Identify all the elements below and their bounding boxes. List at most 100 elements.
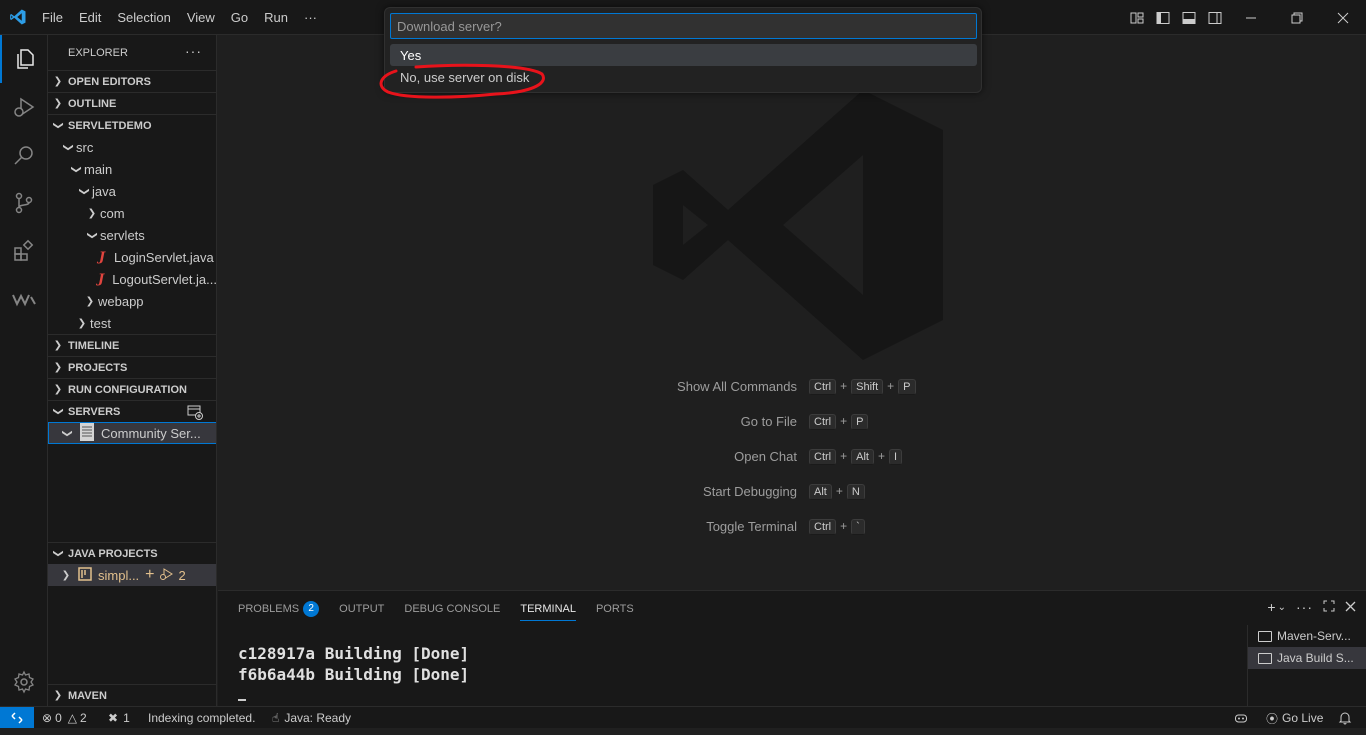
chevron-right-icon: ❯ (61, 569, 71, 581)
toggle-panel-icon[interactable] (1176, 0, 1202, 35)
toggle-secondary-sidebar-icon[interactable] (1202, 0, 1228, 35)
tree-item-test[interactable]: ❯ test (48, 312, 216, 334)
add-server-icon[interactable] (187, 404, 203, 423)
tree-item-label: java (92, 183, 116, 199)
extensions-activity-icon[interactable] (0, 227, 48, 275)
section-java-projects[interactable]: ❯ JAVA PROJECTS (48, 542, 216, 564)
tree-item-src[interactable]: ❯ src (48, 136, 216, 158)
minimize-icon[interactable] (1228, 0, 1274, 35)
section-maven[interactable]: ❯ MAVEN (48, 684, 216, 706)
shortcut-label: Toggle Terminal (706, 518, 797, 534)
ports-status[interactable]: ✖ 1 (108, 707, 130, 729)
warning-count: 2 (79, 711, 87, 725)
explorer-more-actions[interactable]: ··· (185, 43, 202, 59)
shortcut-start-debugging: Start Debugging Alt + N (218, 481, 918, 501)
java-file-icon: J (98, 249, 106, 265)
explorer-activity-icon[interactable] (0, 35, 48, 83)
menu-go[interactable]: Go (223, 10, 256, 25)
section-timeline[interactable]: ❯ TIMELINE (48, 334, 216, 356)
tree-item-label: main (84, 161, 113, 177)
section-servers[interactable]: ❯ SERVERS (48, 400, 216, 423)
problems-status[interactable]: ⊗ 0 △ 2 (42, 707, 87, 729)
section-projects[interactable]: ❯ PROJECTS (48, 356, 216, 378)
java-status[interactable]: ☝ Java: Ready (272, 707, 351, 729)
key: P (851, 413, 869, 430)
wiki-extension-activity-icon[interactable] (0, 275, 48, 323)
run-debug-icon[interactable] (159, 567, 173, 584)
section-run-configuration[interactable]: ❯ RUN CONFIGURATION (48, 378, 216, 400)
tree-item-webapp[interactable]: ❯ webapp (48, 290, 216, 312)
menu-edit[interactable]: Edit (71, 10, 109, 25)
java-project-label: simpl... (98, 567, 140, 583)
shortcut-show-all-commands: Show All Commands Ctrl + Shift + P (218, 376, 918, 396)
manage-gear-icon[interactable] (0, 658, 48, 706)
new-terminal-icon[interactable]: + (1267, 599, 1275, 615)
menu-more[interactable]: ··· (296, 10, 325, 25)
shortcut-keys: Ctrl + Alt + I (808, 448, 903, 465)
panel-actions: + ⌄ ··· (1257, 599, 1356, 615)
remote-indicator-icon[interactable] (0, 707, 34, 729)
server-label: Community Ser... (101, 425, 201, 441)
section-outline[interactable]: ❯ OUTLINE (48, 92, 216, 114)
tab-terminal[interactable]: TERMINAL (520, 591, 576, 626)
terminal-line: f6b6a44b Building [Done] (238, 665, 470, 684)
tree-item-logout-servlet[interactable]: J LogoutServlet.ja... (48, 268, 216, 290)
key: Ctrl (809, 518, 837, 535)
tree-item-label: src (76, 139, 94, 155)
tree-item-servlets[interactable]: ❯ servlets (48, 224, 216, 246)
tree-item-main[interactable]: ❯ main (48, 158, 216, 180)
quick-pick-input[interactable] (390, 13, 977, 39)
maximize-panel-icon[interactable] (1323, 599, 1335, 615)
menu-selection[interactable]: Selection (109, 10, 178, 25)
tab-output[interactable]: OUTPUT (339, 591, 384, 626)
chevron-right-icon: ❯ (53, 362, 63, 373)
menu-view[interactable]: View (179, 10, 223, 25)
toggle-primary-sidebar-icon[interactable] (1150, 0, 1176, 35)
terminal-item-java-build[interactable]: Java Build S... (1248, 647, 1366, 669)
source-control-activity-icon[interactable] (0, 179, 48, 227)
go-live-button[interactable]: ⦿ Go Live (1266, 707, 1323, 729)
chevron-right-icon: ❯ (53, 690, 63, 701)
close-window-icon[interactable] (1320, 0, 1366, 35)
chevron-right-icon: ❯ (85, 295, 95, 307)
tree-item-login-servlet[interactable]: J LoginServlet.java (48, 246, 216, 268)
tab-problems[interactable]: PROBLEMS 2 (238, 591, 320, 626)
shortcut-open-chat: Open Chat Ctrl + Alt + I (218, 446, 918, 466)
run-debug-activity-icon[interactable] (0, 83, 48, 131)
tree-item-java[interactable]: ❯ java (48, 180, 216, 202)
section-open-editors[interactable]: ❯ OPEN EDITORS (48, 70, 216, 92)
server-item-community[interactable]: ❯ Community Ser... (48, 422, 216, 444)
menu-run[interactable]: Run (256, 10, 296, 25)
java-project-item[interactable]: ❯ simpl... + 2 (48, 564, 216, 586)
key: I (888, 448, 903, 465)
copilot-icon[interactable] (1234, 707, 1248, 729)
add-icon[interactable]: + (145, 566, 154, 584)
error-count: 0 (55, 711, 62, 725)
terminal-output[interactable]: c128917a Building [Done] f6b6a44b Buildi… (238, 643, 469, 685)
search-activity-icon[interactable] (0, 131, 48, 179)
java-status-label: Java: Ready (284, 711, 352, 725)
tree-item-com[interactable]: ❯ com (48, 202, 216, 224)
notifications-bell-icon[interactable] (1338, 707, 1352, 729)
terminal-cursor (238, 699, 246, 701)
chevron-right-icon: ❯ (77, 317, 87, 329)
tab-ports[interactable]: PORTS (596, 591, 634, 626)
key: Shift (851, 378, 884, 395)
chevron-right-icon: ❯ (53, 340, 63, 351)
menu-file[interactable]: File (34, 10, 71, 25)
restore-icon[interactable] (1274, 0, 1320, 35)
menu-bar: File Edit Selection View Go Run ··· (34, 0, 325, 35)
close-panel-icon[interactable] (1345, 599, 1356, 615)
tab-debug-console[interactable]: DEBUG CONSOLE (404, 591, 500, 626)
customize-layout-icon[interactable] (1124, 0, 1150, 35)
warning-icon: △ (67, 711, 77, 725)
terminal-item-maven[interactable]: Maven-Serv... (1248, 625, 1366, 647)
more-actions-icon[interactable]: ··· (1296, 599, 1313, 615)
chevron-right-icon: ❯ (53, 76, 63, 87)
chevron-right-icon: ❯ (53, 98, 63, 109)
section-project[interactable]: ❯ SERVLETDEMO (48, 114, 216, 136)
server-icon (79, 423, 95, 443)
thumbs-up-icon: ☝ (272, 711, 280, 725)
chevron-down-icon[interactable]: ⌄ (1278, 602, 1286, 613)
bottom-panel: PROBLEMS 2 OUTPUT DEBUG CONSOLE TERMINAL … (218, 590, 1366, 707)
